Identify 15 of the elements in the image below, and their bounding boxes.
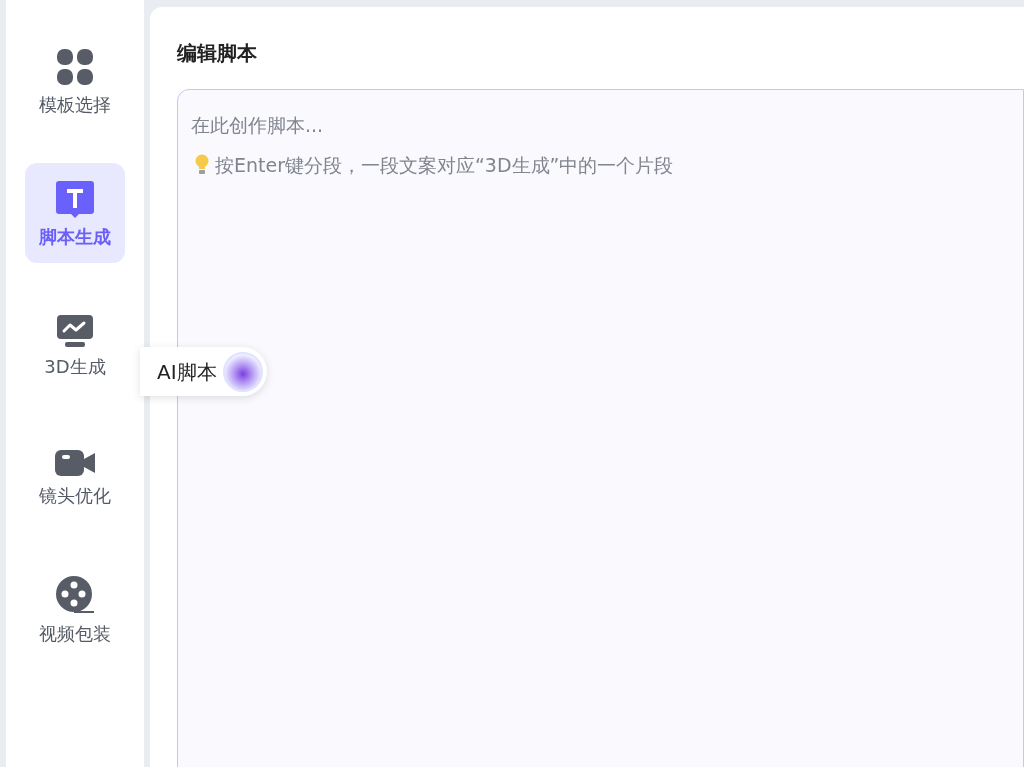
text-bubble-icon xyxy=(55,180,95,218)
monitor-icon xyxy=(56,314,94,348)
sidebar-item[interactable]: 脚本生成 xyxy=(25,163,125,263)
light-bulb-icon xyxy=(195,154,209,177)
grid-icon xyxy=(56,48,94,86)
sidebar-item[interactable]: 镜头优化 xyxy=(25,427,125,527)
ai-script-button[interactable]: AI脚本 xyxy=(140,347,267,396)
sidebar-item[interactable]: 3D生成 xyxy=(25,295,125,395)
film-reel-icon xyxy=(55,575,95,615)
video-camera-icon xyxy=(54,449,96,477)
glowing-orb-icon xyxy=(222,351,263,392)
sidebar-item[interactable]: 视频包装 xyxy=(25,559,125,659)
hint-text: 按Enter键分段，一段文案对应“3D生成”中的一个片段 xyxy=(215,153,674,178)
sidebar-item[interactable]: 模板选择 xyxy=(25,31,125,131)
editor-title: 编辑脚本 xyxy=(177,43,258,63)
